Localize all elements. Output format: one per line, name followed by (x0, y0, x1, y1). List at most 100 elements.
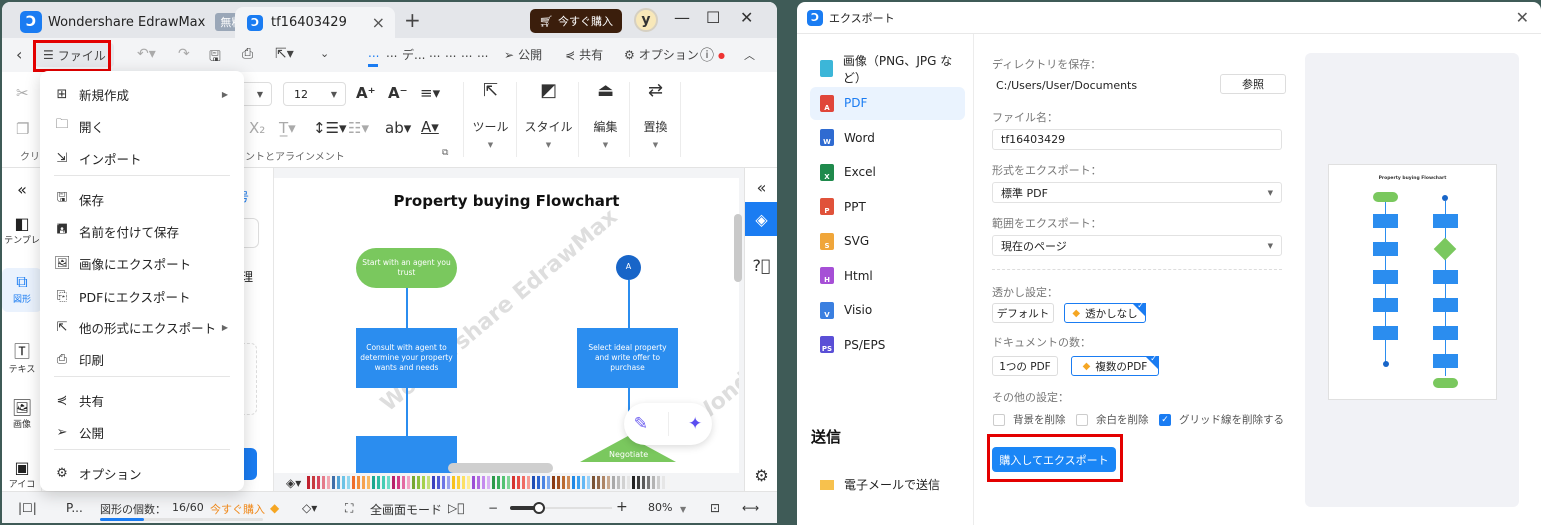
file-menu-item[interactable]: ⋞ 共有 (40, 385, 244, 415)
zoom-slider[interactable] (510, 502, 612, 514)
color-swatch[interactable] (507, 476, 511, 489)
color-swatch[interactable] (482, 476, 486, 489)
ribbon-tab-1[interactable]: ... (386, 46, 397, 60)
color-swatch[interactable] (447, 476, 451, 489)
zoom-dropdown-icon[interactable]: ▼ (680, 505, 686, 514)
color-swatch[interactable] (417, 476, 421, 489)
color-swatch[interactable] (467, 476, 471, 489)
file-menu-item[interactable]: ⎙ 印刷 (40, 344, 244, 374)
color-swatch[interactable] (552, 476, 556, 489)
color-swatch[interactable] (407, 476, 411, 489)
maximize-button[interactable]: ☐ (706, 8, 720, 27)
page-panel-icon[interactable]: |☐| (18, 501, 37, 515)
color-swatch[interactable] (517, 476, 521, 489)
font-dialog-launcher-icon[interactable]: ⧉ (442, 148, 448, 158)
color-swatch[interactable] (342, 476, 346, 489)
color-swatch[interactable] (332, 476, 336, 489)
export-format-item[interactable]: 画像（PNG、JPG など） (810, 52, 965, 85)
ribbon-tab-6[interactable]: ... (477, 46, 488, 60)
export-format-item[interactable]: V Visio (810, 294, 965, 327)
zoom-level[interactable]: 80% (648, 501, 672, 514)
flowchart-consult-node[interactable]: Consult with agent to determine your pro… (356, 328, 457, 388)
color-swatch[interactable] (657, 476, 661, 489)
sidebar-item-shapes[interactable]: ⧉ 図形 (2, 268, 42, 312)
color-swatch[interactable] (602, 476, 606, 489)
color-swatch[interactable] (577, 476, 581, 489)
color-swatch[interactable] (397, 476, 401, 489)
edit-group[interactable]: ⏏ 編集 ▼ (578, 80, 633, 149)
help-icon[interactable]: ⓘ ● (700, 45, 725, 65)
fit-page-icon[interactable]: ⊡ (710, 501, 720, 515)
color-swatch[interactable] (667, 476, 671, 489)
page-tab[interactable]: P... (66, 501, 83, 515)
color-swatch[interactable] (597, 476, 601, 489)
user-avatar[interactable]: y (634, 8, 658, 32)
color-swatch[interactable] (512, 476, 516, 489)
color-swatch[interactable] (607, 476, 611, 489)
home-tab[interactable]: Ↄ Wondershare EdrawMax 無料 (20, 9, 248, 35)
ribbon-tab-3[interactable]: ... (429, 46, 440, 60)
color-swatch[interactable] (457, 476, 461, 489)
fit-width-icon[interactable]: ⟷ (742, 501, 759, 515)
fill-bucket-icon[interactable]: ◈▾ (286, 476, 301, 490)
expand-panel-button[interactable]: « (745, 170, 777, 204)
export-format-item[interactable]: W Word (810, 121, 965, 154)
horizontal-scrollbar[interactable] (448, 463, 553, 473)
export-format-item[interactable]: A PDF (810, 86, 965, 120)
layers-icon[interactable]: ◇▾ (302, 501, 317, 515)
color-swatch[interactable] (647, 476, 651, 489)
color-swatch[interactable] (412, 476, 416, 489)
browse-button[interactable]: 参照 (1220, 74, 1286, 94)
color-swatch[interactable] (487, 476, 491, 489)
color-swatch[interactable] (637, 476, 641, 489)
cut-icon[interactable]: ✂ (16, 84, 29, 102)
color-swatch[interactable] (522, 476, 526, 489)
color-swatch[interactable] (532, 476, 536, 489)
color-swatch[interactable] (437, 476, 441, 489)
text-style-icon[interactable]: T̲▾ (279, 119, 296, 137)
color-swatch[interactable] (582, 476, 586, 489)
minimize-button[interactable]: — (674, 8, 690, 27)
flowchart-connector-a[interactable]: A (616, 255, 641, 280)
color-swatch[interactable] (627, 476, 631, 489)
format-select[interactable]: 標準 PDF ▼ (992, 182, 1282, 203)
close-dialog-icon[interactable]: ✕ (1516, 8, 1529, 27)
color-swatch[interactable] (427, 476, 431, 489)
zoom-in-icon[interactable]: + (616, 499, 628, 515)
watermark-default-option[interactable]: デフォルト (992, 303, 1054, 323)
fill-style-button[interactable]: ◈ (745, 202, 777, 236)
color-swatch[interactable] (472, 476, 476, 489)
color-swatch[interactable] (402, 476, 406, 489)
remove-background-checkbox[interactable]: 背景を削除 (993, 412, 1066, 427)
export-format-item[interactable]: PS PS/EPS (810, 328, 965, 361)
file-menu-button[interactable]: ☰ ファイル (35, 43, 114, 67)
color-swatch[interactable] (327, 476, 331, 489)
increase-font-icon[interactable]: A⁺ (356, 84, 376, 102)
export-format-item[interactable]: X Excel (810, 156, 965, 189)
range-select[interactable]: 現在のページ ▼ (992, 235, 1282, 256)
new-tab-button[interactable]: + (404, 8, 421, 32)
flowchart-start-node[interactable]: Start with an agent you trust (356, 248, 457, 288)
send-email-item[interactable]: 電子メールで送信 (820, 476, 940, 493)
close-tab-icon[interactable]: × (372, 13, 385, 32)
collapse-ribbon-icon[interactable]: ︿ (744, 47, 755, 63)
export-icon[interactable]: ⇱▾ (275, 46, 294, 62)
color-swatch[interactable] (502, 476, 506, 489)
magic-wand-icon[interactable]: ✎ (634, 414, 648, 434)
color-swatch[interactable] (652, 476, 656, 489)
file-menu-item[interactable]: ➢ 公開 (40, 417, 244, 447)
single-pdf-option[interactable]: 1つの PDF (992, 356, 1058, 376)
color-swatch[interactable] (312, 476, 316, 489)
flowchart-review-node[interactable]: Review and complete (356, 436, 457, 473)
color-swatch[interactable] (587, 476, 591, 489)
color-swatch[interactable] (557, 476, 561, 489)
color-swatch[interactable] (367, 476, 371, 489)
font-color-icon[interactable]: A▾ (421, 118, 439, 136)
remove-grid-checkbox[interactable]: ✓ グリッド線を削除する (1159, 412, 1284, 427)
vertical-scrollbar[interactable] (734, 214, 742, 282)
color-swatch[interactable] (322, 476, 326, 489)
ribbon-tab-4[interactable]: ... (445, 46, 456, 60)
subscript-icon[interactable]: X₂ (249, 119, 265, 137)
color-swatch[interactable] (372, 476, 376, 489)
list-icon[interactable]: ☷▾ (348, 119, 369, 137)
